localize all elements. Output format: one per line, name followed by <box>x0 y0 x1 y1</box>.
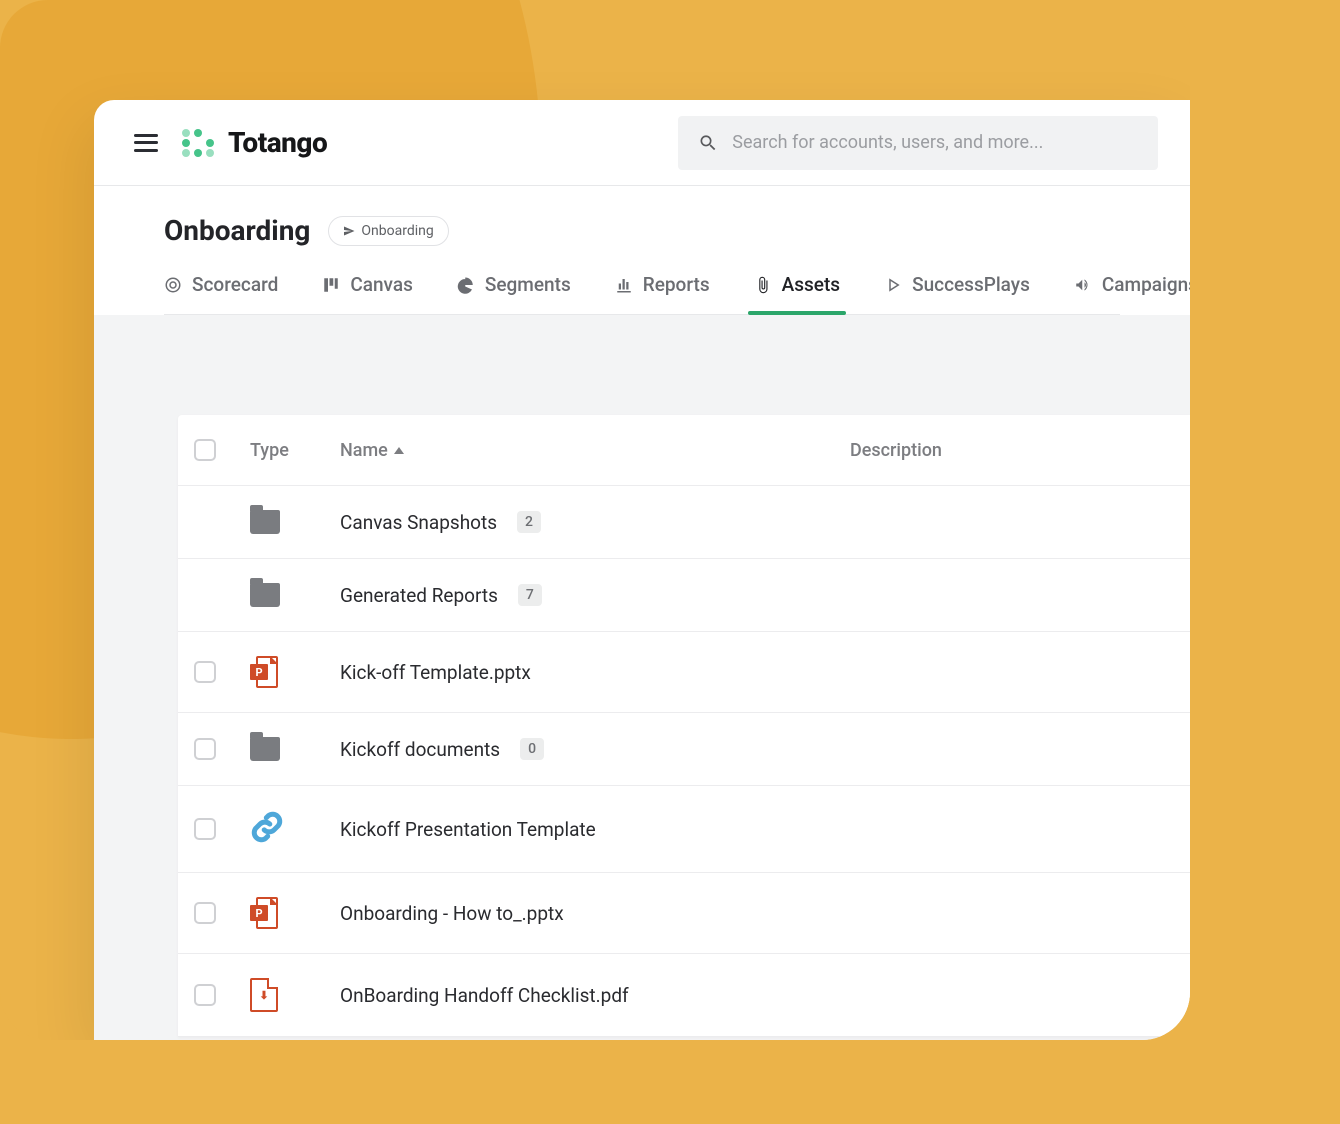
col-type[interactable]: Type <box>250 440 340 461</box>
kanban-icon <box>322 276 340 294</box>
table-row[interactable]: P Onboarding - How to_.pptx <box>178 873 1190 954</box>
powerpoint-icon: P <box>250 897 278 929</box>
folder-icon <box>250 510 280 534</box>
tab-scorecard[interactable]: Scorecard <box>164 273 278 314</box>
table-row[interactable]: Kickoff documents 0 <box>178 713 1190 786</box>
table-row[interactable]: P Kick-off Template.pptx <box>178 632 1190 713</box>
tab-label: Reports <box>643 273 710 296</box>
tab-label: Campaigns <box>1102 273 1190 296</box>
row-checkbox[interactable] <box>194 984 216 1006</box>
table-row[interactable]: Canvas Snapshots 2 <box>178 486 1190 559</box>
search-icon <box>698 132 718 154</box>
pie-icon <box>457 276 475 294</box>
play-icon <box>884 276 902 294</box>
brand-logo: Totango <box>182 126 327 159</box>
link-icon <box>250 810 284 848</box>
paperclip-icon <box>754 276 772 294</box>
tab-assets[interactable]: Assets <box>754 273 840 314</box>
select-all-checkbox[interactable] <box>194 439 216 461</box>
count-badge: 7 <box>518 584 542 606</box>
asset-name: Kick-off Template.pptx <box>340 661 531 684</box>
tab-campaigns[interactable]: Campaigns <box>1074 273 1190 314</box>
tab-successplays[interactable]: SuccessPlays <box>884 273 1030 314</box>
content-area: Type Name Description Canvas Snapshots2 … <box>94 315 1190 1040</box>
col-description[interactable]: Description <box>850 440 1190 461</box>
search-box[interactable] <box>678 116 1158 170</box>
tab-label: Scorecard <box>192 273 278 296</box>
col-name[interactable]: Name <box>340 440 850 461</box>
tab-label: Canvas <box>350 273 413 296</box>
table-row[interactable]: Generated Reports 7 <box>178 559 1190 632</box>
brand-name: Totango <box>228 126 327 159</box>
bar-chart-icon <box>615 276 633 294</box>
row-checkbox[interactable] <box>194 738 216 760</box>
assets-table: Type Name Description Canvas Snapshots2 … <box>178 415 1190 1037</box>
tab-label: Segments <box>485 273 571 296</box>
asset-name: Kickoff Presentation Template <box>340 818 596 841</box>
outer-frame: Totango Onboarding Onboarding Scorecard <box>0 0 1190 1040</box>
chip-label: Onboarding <box>361 223 433 239</box>
asset-name: Kickoff documents <box>340 738 500 761</box>
search-input[interactable] <box>732 132 1138 153</box>
top-bar: Totango <box>94 100 1190 186</box>
table-header: Type Name Description <box>178 415 1190 486</box>
table-row[interactable]: ⬇ OnBoarding Handoff Checklist.pdf <box>178 954 1190 1037</box>
tab-label: Assets <box>782 273 840 296</box>
target-icon <box>164 276 182 294</box>
tabs: Scorecard Canvas Segments Reports Assets <box>164 273 1120 315</box>
tab-segments[interactable]: Segments <box>457 273 571 314</box>
row-checkbox[interactable] <box>194 818 216 840</box>
megaphone-icon <box>1074 276 1092 294</box>
tab-reports[interactable]: Reports <box>615 273 710 314</box>
menu-icon[interactable] <box>134 134 158 152</box>
count-badge: 0 <box>520 738 544 760</box>
sub-header: Onboarding Onboarding Scorecard Canvas <box>94 186 1190 315</box>
asset-name: Generated Reports <box>340 584 498 607</box>
breadcrumb-chip[interactable]: Onboarding <box>328 216 448 246</box>
asset-name: OnBoarding Handoff Checklist.pdf <box>340 984 629 1007</box>
tab-canvas[interactable]: Canvas <box>322 273 413 314</box>
page-title: Onboarding <box>164 214 310 247</box>
count-badge: 2 <box>517 511 541 533</box>
row-checkbox[interactable] <box>194 902 216 924</box>
folder-icon <box>250 583 280 607</box>
tab-label: SuccessPlays <box>912 273 1030 296</box>
powerpoint-icon: P <box>250 656 278 688</box>
logo-mark-icon <box>182 129 220 157</box>
asset-name: Onboarding - How to_.pptx <box>340 902 564 925</box>
navigate-icon <box>343 225 355 237</box>
table-row[interactable]: Kickoff Presentation Template <box>178 786 1190 873</box>
folder-icon <box>250 737 280 761</box>
pdf-icon: ⬇ <box>250 978 278 1012</box>
row-checkbox[interactable] <box>194 661 216 683</box>
app-window: Totango Onboarding Onboarding Scorecard <box>94 100 1190 1040</box>
sort-asc-icon <box>394 447 404 454</box>
asset-name: Canvas Snapshots <box>340 511 497 534</box>
